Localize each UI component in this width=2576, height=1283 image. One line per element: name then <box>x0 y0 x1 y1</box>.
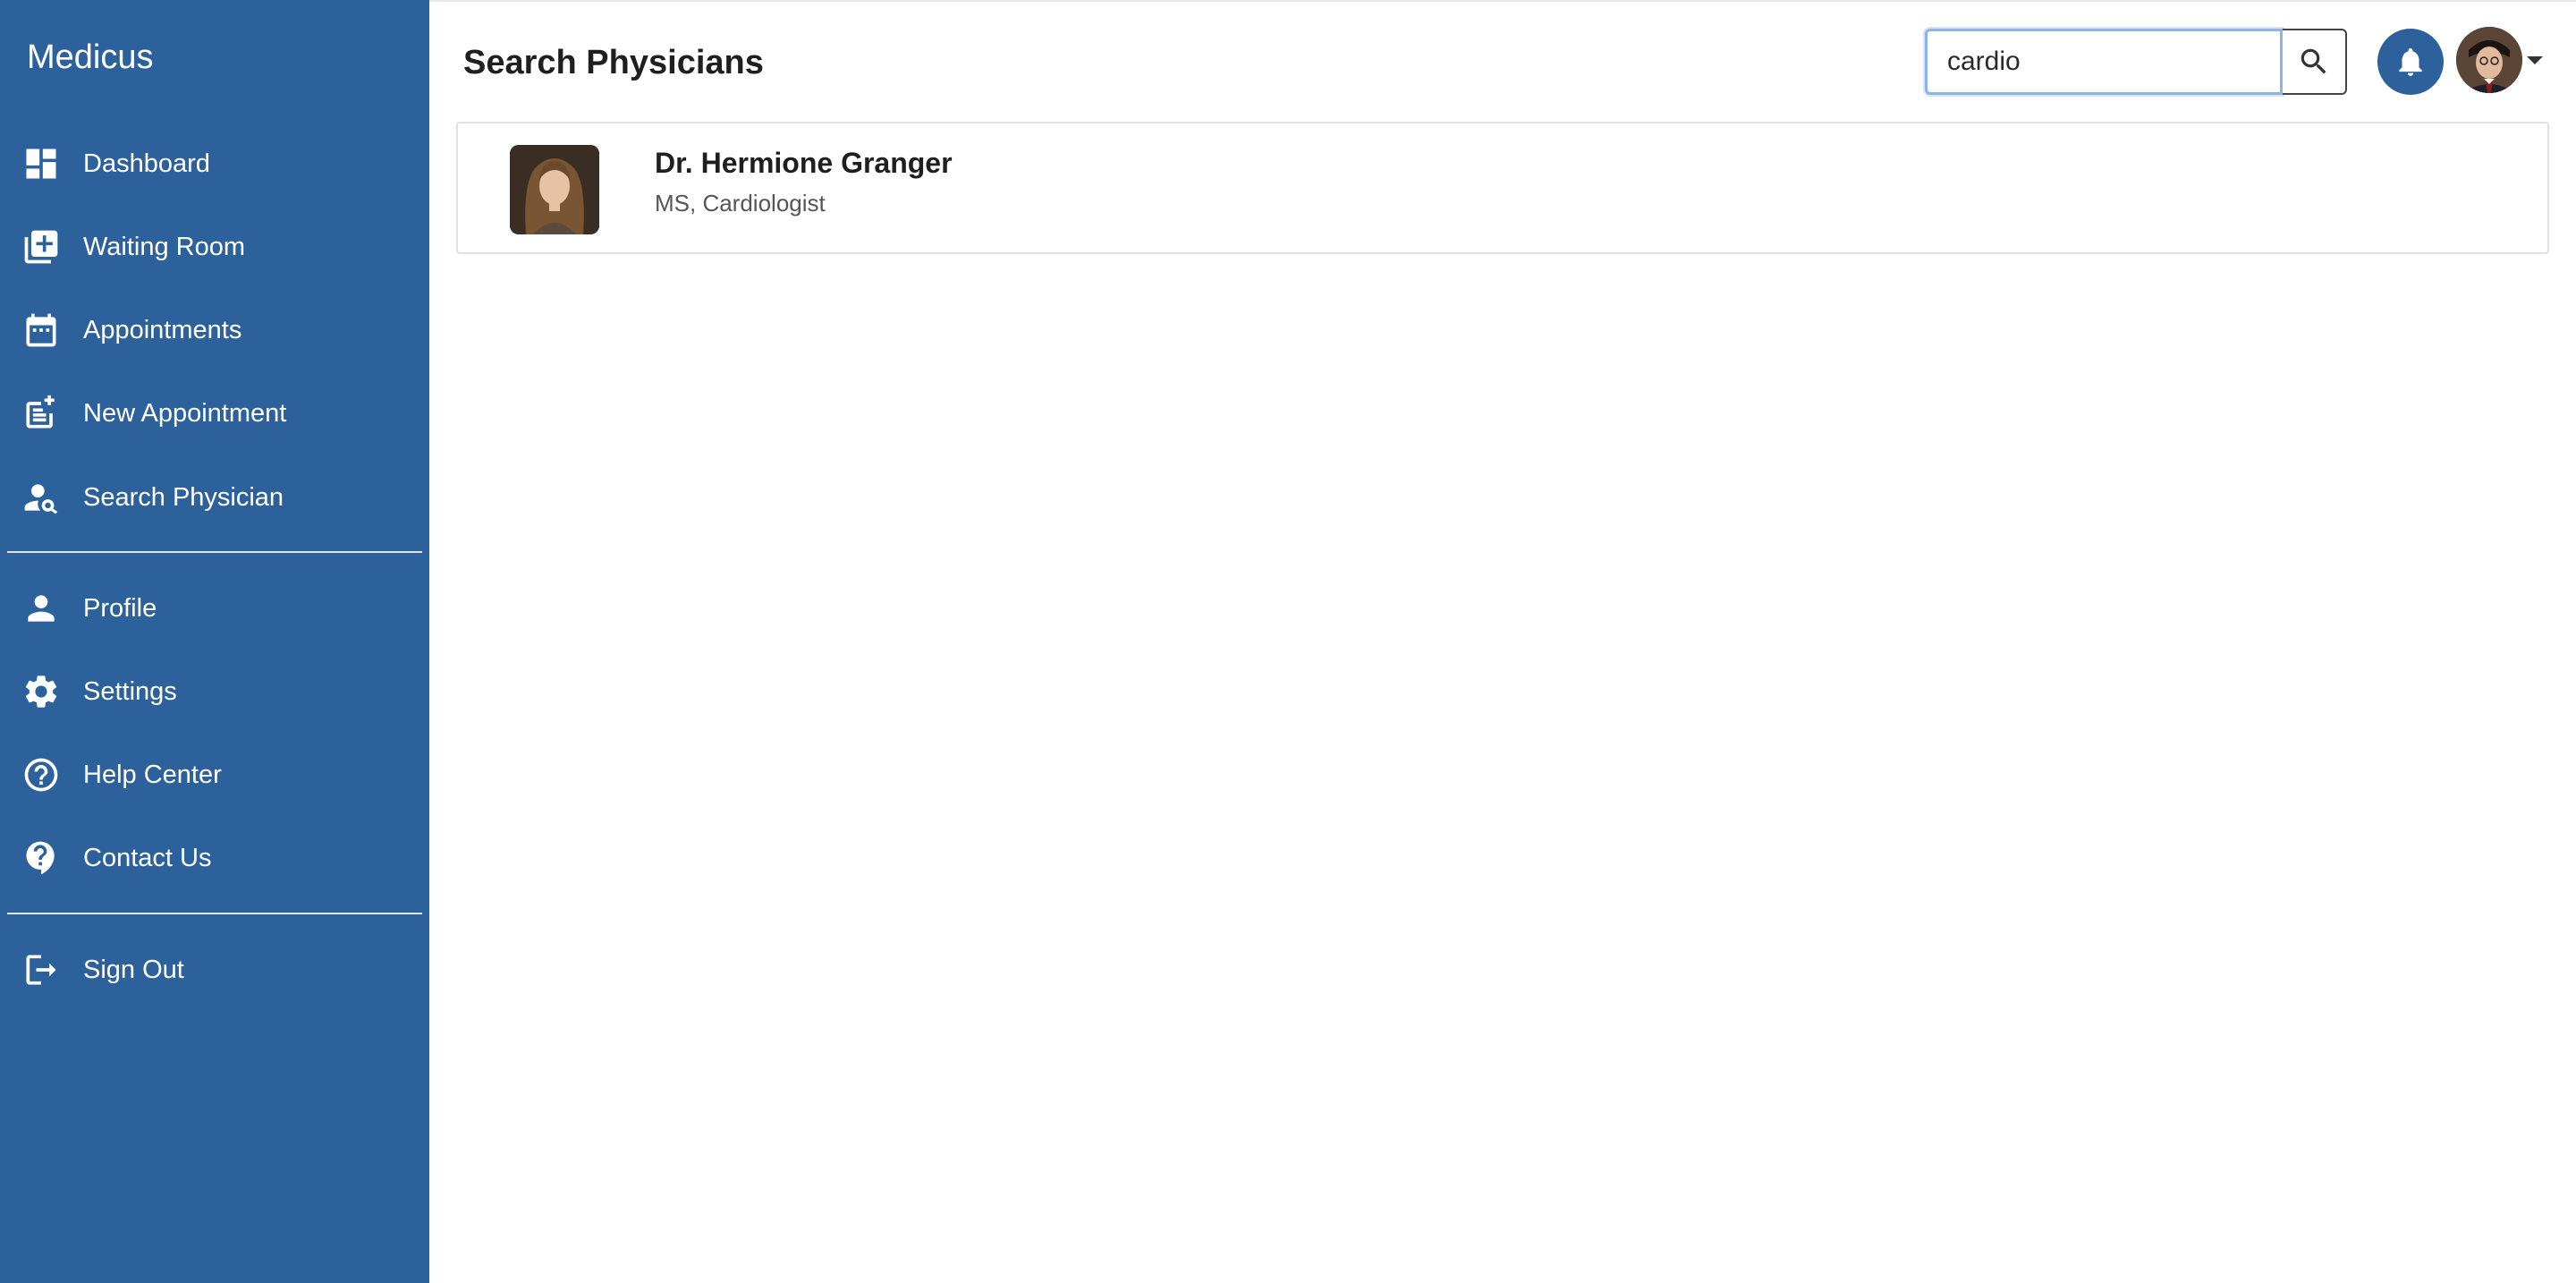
sidebar-item-label: Appointments <box>83 315 242 344</box>
sidebar-divider <box>7 551 422 553</box>
sidebar-item-waiting-room[interactable]: Waiting Room <box>0 211 429 283</box>
sidebar-item-label: New Appointment <box>83 398 287 428</box>
main-content: Search Physicians cardio Dr. Hermione Gr… <box>429 0 2576 1283</box>
sidebar-item-appointments[interactable]: Appointments <box>0 294 429 366</box>
dashboard-icon <box>21 144 61 183</box>
sidebar-item-profile[interactable]: Profile <box>0 573 429 644</box>
sidebar-item-label: Waiting Room <box>83 232 246 261</box>
search-button[interactable] <box>2283 29 2347 95</box>
search-icon <box>2297 45 2331 79</box>
search-input[interactable] <box>1925 29 2283 95</box>
sidebar: Medicus Dashboard Waiting Room Appointme… <box>0 0 429 1283</box>
sidebar-item-settings[interactable]: Settings <box>0 656 429 727</box>
physician-specialty: MS, Cardiologist <box>655 190 826 217</box>
sidebar-divider <box>7 913 422 914</box>
sidebar-item-label: Sign Out <box>83 955 184 984</box>
sidebar-item-contact-us[interactable]: Contact Us <box>0 822 429 894</box>
help-bubble-icon <box>21 838 61 878</box>
sidebar-item-search-physician[interactable]: Search Physician <box>0 462 429 533</box>
note-add-icon <box>21 394 61 433</box>
physician-name: Dr. Hermione Granger <box>655 147 953 179</box>
app-brand[interactable]: Medicus <box>27 36 154 79</box>
gear-icon <box>21 672 61 711</box>
bell-icon <box>2394 45 2428 79</box>
help-circle-icon <box>21 755 61 794</box>
page-title: Search Physicians <box>463 44 764 81</box>
physician-photo <box>510 145 599 234</box>
sidebar-item-help-center[interactable]: Help Center <box>0 739 429 811</box>
sidebar-item-label: Help Center <box>83 760 222 789</box>
search-bar <box>1925 29 2347 95</box>
logout-icon <box>21 950 61 990</box>
user-avatar-image <box>2456 27 2522 93</box>
sidebar-item-dashboard[interactable]: Dashboard <box>0 128 429 200</box>
top-border <box>429 0 2576 2</box>
calendar-icon <box>21 310 61 350</box>
sidebar-item-label: Profile <box>83 593 157 623</box>
sidebar-item-label: Settings <box>83 676 177 706</box>
notifications-button[interactable] <box>2377 29 2444 95</box>
person-search-icon <box>21 478 61 517</box>
user-avatar[interactable] <box>2456 27 2522 93</box>
sidebar-item-sign-out[interactable]: Sign Out <box>0 934 429 1006</box>
sidebar-item-label: Dashboard <box>83 149 210 178</box>
chevron-down-icon[interactable] <box>2527 56 2543 64</box>
queue-add-icon <box>21 227 61 267</box>
sidebar-item-label: Search Physician <box>83 482 284 512</box>
sidebar-item-label: Contact Us <box>83 843 212 872</box>
sidebar-item-new-appointment[interactable]: New Appointment <box>0 378 429 449</box>
physician-photo-image <box>510 145 599 234</box>
physician-result-card[interactable]: Dr. Hermione Granger MS, Cardiologist <box>456 122 2549 254</box>
person-icon <box>21 589 61 628</box>
